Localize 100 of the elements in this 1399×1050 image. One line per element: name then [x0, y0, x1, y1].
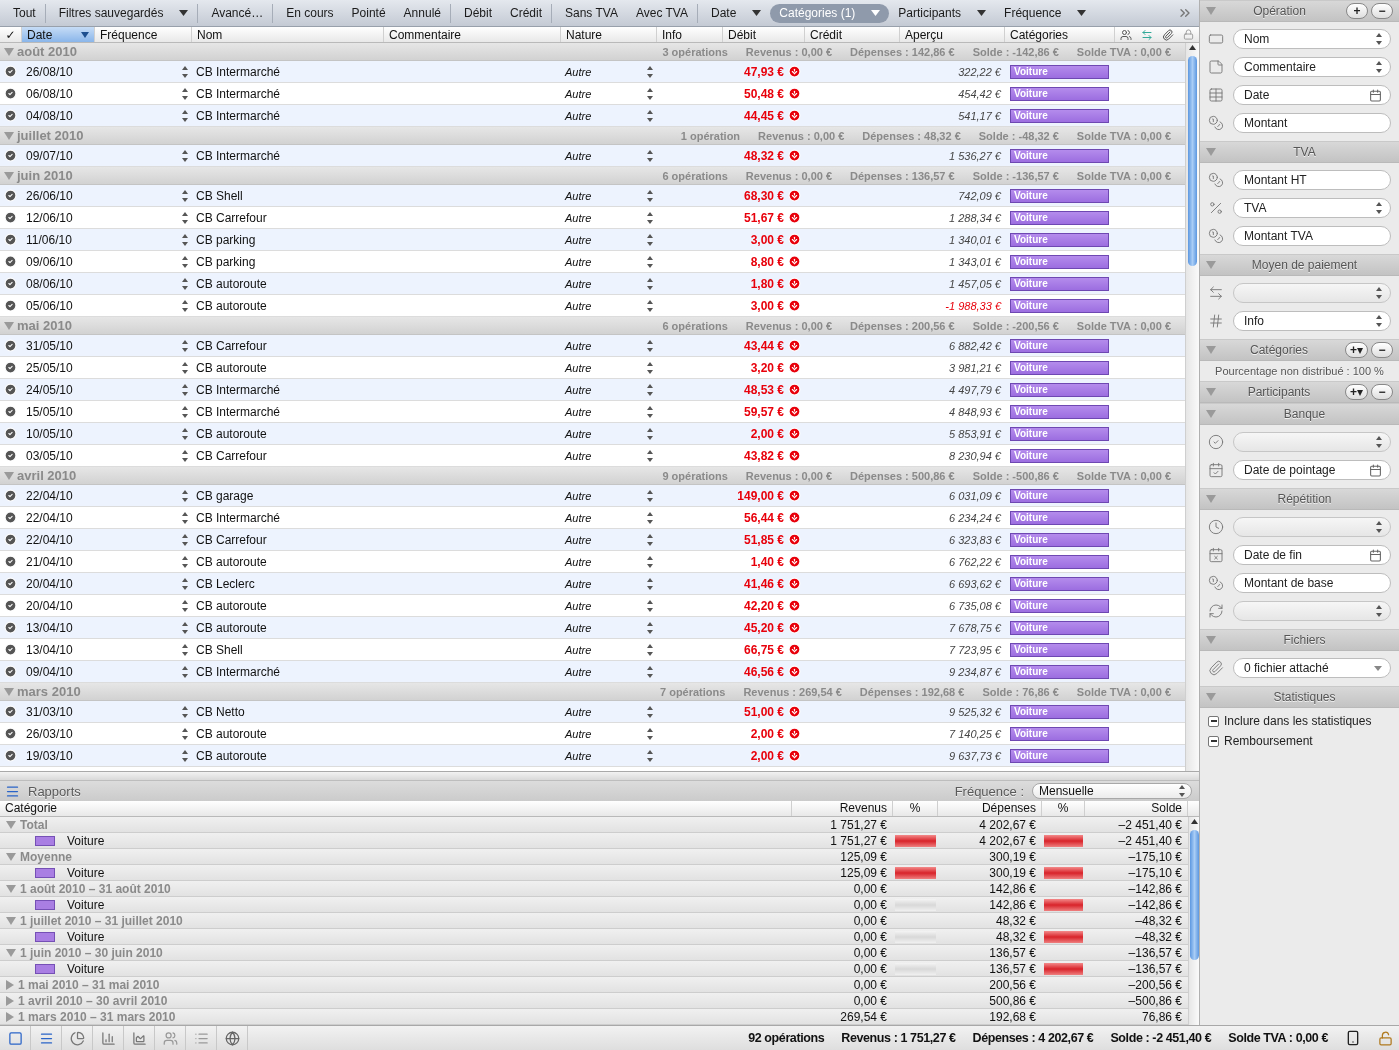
column-header[interactable]: %: [1042, 801, 1085, 816]
filter-button[interactable]: Filtres sauvegardés: [49, 3, 199, 23]
nature-stepper[interactable]: [647, 65, 653, 78]
checkbox[interactable]: [1208, 735, 1219, 747]
checked-icon[interactable]: [4, 705, 17, 718]
section-button[interactable]: +: [1346, 3, 1368, 19]
frequency-stepper[interactable]: [182, 533, 188, 546]
nature-stepper[interactable]: [647, 449, 653, 462]
inspector-field[interactable]: Montant HT: [1233, 170, 1391, 190]
calendar-icon[interactable]: [1369, 463, 1382, 477]
scroll-arrow-icon[interactable]: [1190, 819, 1198, 824]
checked-icon[interactable]: [4, 87, 17, 100]
inspector-field[interactable]: TVA: [1233, 198, 1391, 218]
frequency-stepper[interactable]: [182, 427, 188, 440]
nature-stepper[interactable]: [647, 255, 653, 268]
frequency-stepper[interactable]: [182, 643, 188, 656]
checked-icon[interactable]: [4, 427, 17, 440]
checked-icon[interactable]: [4, 599, 17, 612]
filter-button[interactable]: Débit: [455, 3, 501, 23]
frequency-stepper[interactable]: [182, 109, 188, 122]
stepper-arrows[interactable]: [1376, 33, 1382, 45]
column-header[interactable]: Nature: [561, 27, 657, 42]
inspector-field[interactable]: Date de pointage: [1233, 460, 1391, 480]
checked-icon[interactable]: [4, 299, 17, 312]
people-icon[interactable]: [1119, 28, 1132, 41]
list-icon[interactable]: [38, 1030, 54, 1046]
nature-stepper[interactable]: [647, 427, 653, 440]
checked-icon[interactable]: [4, 405, 17, 418]
filter-button[interactable]: Tout: [4, 3, 46, 23]
section-button[interactable]: −: [1371, 384, 1393, 400]
filter-button[interactable]: Annulé: [394, 3, 451, 23]
filter-button[interactable]: Avancé…: [202, 3, 274, 23]
checked-icon[interactable]: [4, 255, 17, 268]
scroll-arrow-icon[interactable]: [1189, 45, 1196, 50]
frequency-stepper[interactable]: [182, 599, 188, 612]
column-header[interactable]: Débit: [723, 27, 805, 42]
column-header[interactable]: %: [893, 801, 938, 816]
column-header[interactable]: Date: [22, 27, 95, 42]
checked-icon[interactable]: [4, 109, 17, 122]
checkbox[interactable]: [1208, 715, 1219, 727]
frequency-stepper[interactable]: [182, 489, 188, 502]
globe-icon[interactable]: [224, 1030, 240, 1046]
column-header[interactable]: Catégorie: [0, 801, 792, 816]
frequency-stepper[interactable]: [182, 621, 188, 634]
frequency-stepper[interactable]: [182, 233, 188, 246]
frequency-stepper[interactable]: [182, 577, 188, 590]
checked-icon[interactable]: [4, 621, 17, 634]
nature-stepper[interactable]: [647, 189, 653, 202]
inspector-field[interactable]: Montant de base: [1233, 573, 1391, 593]
frequency-stepper[interactable]: [182, 65, 188, 78]
frequency-stepper[interactable]: [182, 665, 188, 678]
nature-stepper[interactable]: [647, 727, 653, 740]
inspector-field[interactable]: 0 fichier attaché: [1233, 658, 1391, 678]
checked-icon[interactable]: [4, 339, 17, 352]
checked-icon[interactable]: [4, 65, 17, 78]
frequency-stepper[interactable]: [182, 149, 188, 162]
checked-icon[interactable]: [4, 211, 17, 224]
calendar-icon[interactable]: [1369, 88, 1382, 102]
checked-icon[interactable]: [4, 749, 17, 762]
nature-stepper[interactable]: [647, 533, 653, 546]
section-button[interactable]: −: [1371, 342, 1393, 358]
checked-icon[interactable]: [4, 577, 17, 590]
column-header[interactable]: Nom: [192, 27, 384, 42]
nature-stepper[interactable]: [647, 233, 653, 246]
nature-stepper[interactable]: [647, 109, 653, 122]
calendar-icon[interactable]: [1369, 548, 1382, 562]
frequency-stepper[interactable]: [182, 511, 188, 524]
filter-button[interactable]: Fréquence: [995, 3, 1096, 23]
inspector-field[interactable]: Info: [1233, 311, 1391, 331]
nature-stepper[interactable]: [647, 643, 653, 656]
scrollbar[interactable]: [1185, 43, 1199, 771]
nature-stepper[interactable]: [647, 749, 653, 762]
inspector-field[interactable]: Date de fin: [1233, 545, 1391, 565]
paperclip-icon[interactable]: [1162, 28, 1175, 41]
pie-chart-icon[interactable]: [69, 1030, 85, 1046]
checked-icon[interactable]: [4, 511, 17, 524]
column-header[interactable]: Info: [657, 27, 723, 42]
filter-button[interactable]: Crédit: [501, 3, 552, 23]
frequency-stepper[interactable]: [182, 189, 188, 202]
nature-stepper[interactable]: [647, 405, 653, 418]
filter-button[interactable]: Date: [701, 3, 771, 23]
frequency-stepper[interactable]: [182, 339, 188, 352]
checked-icon[interactable]: [4, 665, 17, 678]
inspector-field[interactable]: Montant: [1233, 113, 1391, 133]
checked-icon[interactable]: [4, 533, 17, 546]
unlocked-icon[interactable]: [1378, 1030, 1393, 1046]
checked-icon[interactable]: [4, 555, 17, 568]
frequency-stepper[interactable]: [182, 299, 188, 312]
stepper-arrows[interactable]: [1179, 785, 1185, 797]
nature-stepper[interactable]: [647, 599, 653, 612]
nature-stepper[interactable]: [647, 489, 653, 502]
nature-stepper[interactable]: [647, 277, 653, 290]
frequency-stepper[interactable]: [182, 727, 188, 740]
frequency-stepper[interactable]: [182, 361, 188, 374]
nature-stepper[interactable]: [647, 665, 653, 678]
filter-button[interactable]: En cours: [277, 3, 343, 23]
area-chart-icon[interactable]: [131, 1030, 147, 1046]
nature-stepper[interactable]: [647, 705, 653, 718]
frequency-stepper[interactable]: [182, 449, 188, 462]
nature-stepper[interactable]: [647, 339, 653, 352]
